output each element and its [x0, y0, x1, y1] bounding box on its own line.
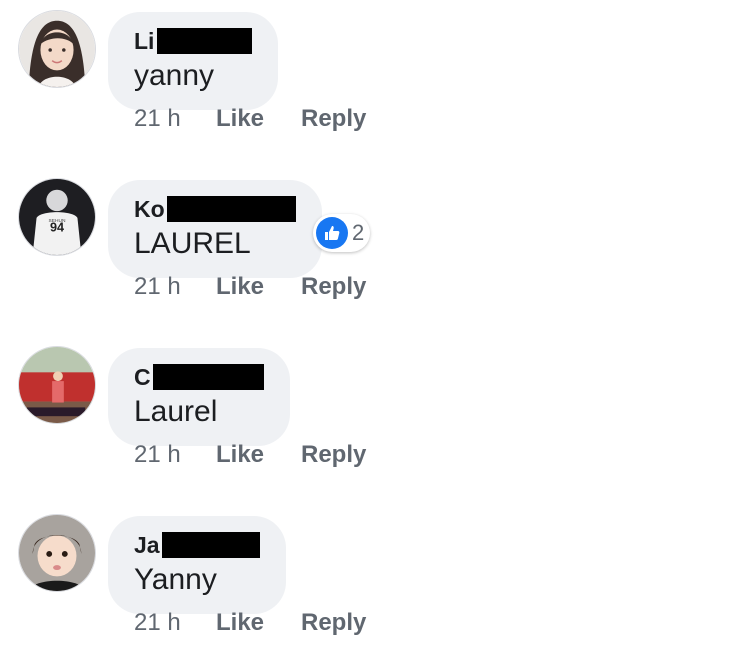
comment-bubble: C Laurel [108, 348, 290, 446]
name-redaction [166, 196, 296, 222]
comment-actions: 21 h Like Reply [134, 104, 366, 134]
name-redaction [161, 532, 260, 558]
comment: 94 SEHUN Ko LAUREL 2 21 h Like Reply [0, 168, 743, 328]
avatar-photo [19, 515, 95, 591]
like-button[interactable]: Like [216, 440, 301, 470]
commenter-name[interactable]: C [134, 364, 151, 390]
name-redaction [157, 28, 252, 54]
avatar-photo [19, 11, 95, 87]
reply-button[interactable]: Reply [301, 440, 366, 470]
like-button[interactable]: Like [216, 104, 301, 134]
comment-bubble: Li yanny [108, 12, 278, 110]
avatar[interactable] [18, 346, 96, 424]
avatar-photo [19, 347, 95, 423]
reply-button[interactable]: Reply [301, 104, 366, 134]
comment: Li yanny 21 h Like Reply [0, 0, 743, 160]
comment-actions: 21 h Like Reply [134, 440, 366, 470]
comment: C Laurel 21 h Like Reply [0, 336, 743, 496]
comment-timestamp[interactable]: 21 h [134, 440, 216, 470]
commenter-name[interactable]: Ja [134, 532, 160, 558]
svg-text:SEHUN: SEHUN [48, 218, 66, 224]
avatar[interactable] [18, 514, 96, 592]
avatar-photo: 94 SEHUN [19, 179, 95, 255]
comment-text: Yanny [134, 563, 217, 596]
comment-actions: 21 h Like Reply [134, 608, 366, 638]
comment-bubble: Ja Yanny [108, 516, 286, 614]
comment-text: LAUREL [134, 227, 251, 260]
comment-bubble: Ko LAUREL [108, 180, 322, 278]
comment-timestamp[interactable]: 21 h [134, 104, 216, 134]
reaction-summary[interactable]: 2 [313, 214, 371, 252]
reply-button[interactable]: Reply [301, 608, 366, 638]
comment-text: yanny [134, 59, 215, 92]
like-button[interactable]: Like [216, 608, 301, 638]
avatar[interactable] [18, 10, 96, 88]
comment: Ja Yanny 21 h Like Reply [0, 504, 743, 664]
comment-timestamp[interactable]: 21 h [134, 272, 216, 302]
name-redaction [152, 364, 264, 390]
reply-button[interactable]: Reply [301, 272, 366, 302]
commenter-name[interactable]: Ko [134, 196, 165, 222]
commenter-name[interactable]: Li [134, 28, 154, 54]
reaction-count: 2 [352, 220, 365, 245]
thumbs-up-icon [316, 217, 348, 249]
avatar[interactable]: 94 SEHUN [18, 178, 96, 256]
like-button[interactable]: Like [216, 272, 301, 302]
comment-text: Laurel [134, 395, 218, 428]
comment-timestamp[interactable]: 21 h [134, 608, 216, 638]
comment-actions: 21 h Like Reply [134, 272, 366, 302]
